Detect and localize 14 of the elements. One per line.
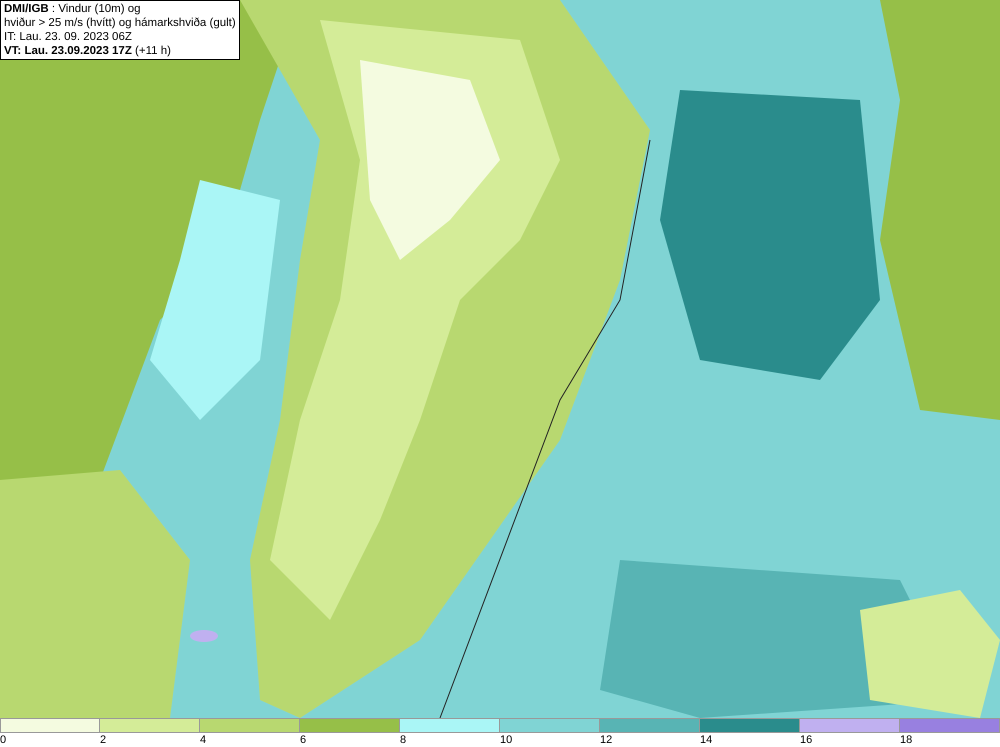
header-text: IT: Lau. 23. 09. 2023 06Z [4,30,133,44]
header-text: DMI/IGB : Vindur (10m) og [4,2,142,16]
legend-label: 6 [300,734,306,746]
legend-label: 18 [900,734,912,746]
legend-label: 2 [100,734,106,746]
legend-label: 0 [0,734,6,746]
legend-label: 12 [600,734,612,746]
legend-label: 8 [400,734,406,746]
legend-label: 14 [700,734,712,746]
legend-label: 4 [200,734,206,746]
legend-label: 16 [800,734,812,746]
header-text: VT: Lau. 23.09.2023 17Z (+11 h) [4,44,172,58]
legend-label: 10 [500,734,512,746]
header-text: hviður > 25 m/s (hvítt) og hámarkshviða (gult) [4,16,236,30]
